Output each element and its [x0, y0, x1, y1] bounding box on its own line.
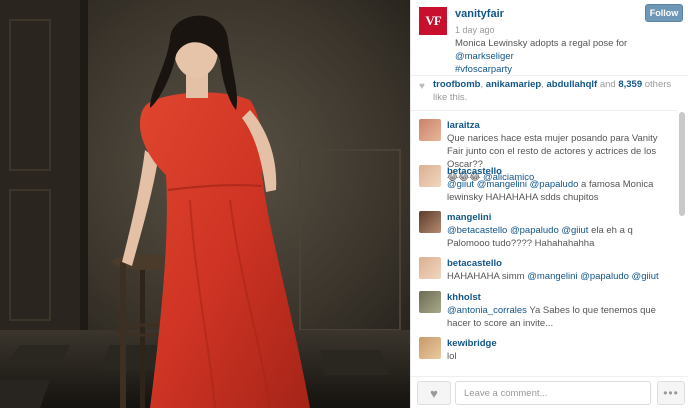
comment-input[interactable] [455, 381, 651, 405]
comment-username[interactable]: mangelini [447, 212, 491, 223]
likes-heart-icon: ♥ [419, 81, 425, 92]
vanityfair-avatar[interactable]: VF [419, 7, 447, 35]
likes-count[interactable]: 8,359 [618, 79, 642, 90]
more-options-button[interactable]: ••• [657, 381, 685, 405]
like-user-anikamariep[interactable]: anikamariep [486, 79, 541, 90]
comment-item: kewibridge lol [411, 329, 677, 374]
comments-list[interactable]: laraitza Que narices hace esta mujer pos… [411, 110, 677, 374]
comment-item: laraitza Que narices hace esta mujer pos… [411, 111, 677, 183]
comment-text: @betacastello @papaludo @giiut ela eh a … [447, 224, 673, 250]
avatar-logo-text: VF [425, 13, 441, 28]
comment-text: HAHAHAHA simm @mangelini @papaludo @giiu… [447, 270, 673, 283]
like-user-troofbomb[interactable]: troofbomb [433, 79, 481, 90]
avatar[interactable] [419, 165, 441, 187]
comment-text: lol [447, 350, 673, 363]
heart-icon: ♥ [430, 385, 438, 401]
comment-mention[interactable]: @mangelini @papaludo @giiut [527, 271, 658, 282]
post-username[interactable]: vanityfair [455, 8, 504, 20]
post-photo[interactable] [0, 0, 410, 408]
comment-username[interactable]: khholst [447, 292, 481, 303]
caption-text: Monica Lewinsky adopts a regal pose for [455, 38, 628, 49]
comment-username[interactable]: betacastello [447, 166, 502, 177]
avatar[interactable] [419, 211, 441, 233]
follow-button[interactable]: Follow [645, 4, 683, 22]
comment-mention[interactable]: @antonia_corrales [447, 305, 527, 316]
comments-scrollbar[interactable] [679, 112, 685, 216]
like-user-abdullahqlf[interactable]: abdullahqlf [547, 79, 598, 90]
caption-hashtag[interactable]: #vfoscarparty [455, 64, 512, 75]
likes-separator: and [597, 79, 619, 90]
post-header: VF vanityfair 1 day ago Monica Lewinsky … [411, 0, 688, 76]
comment-username[interactable]: laraitza [447, 120, 480, 131]
avatar[interactable] [419, 337, 441, 359]
caption-mention[interactable]: @markseliger [455, 51, 514, 62]
more-dots-icon: ••• [663, 386, 679, 400]
comment-text: @antonia_corrales Ya Sabes lo que tenemo… [447, 304, 673, 330]
comment-footer: ♥ ••• [411, 376, 688, 408]
comment-mention[interactable]: @giiut @mangelini @papaludo [447, 179, 578, 190]
avatar[interactable] [419, 119, 441, 141]
comment-item: betacastello @giiut @mangelini @papaludo… [411, 157, 677, 203]
comment-item: mangelini @betacastello @papaludo @giiut… [411, 203, 677, 249]
post-time-ago[interactable]: 1 day ago [455, 25, 495, 35]
comment-body: HAHAHAHA simm [447, 271, 528, 282]
like-button[interactable]: ♥ [417, 381, 451, 405]
comment-text: @giiut @mangelini @papaludo a famosa Mon… [447, 178, 673, 204]
avatar[interactable] [419, 291, 441, 313]
comment-item: khholst @antonia_corrales Ya Sabes lo qu… [411, 283, 677, 329]
likes-summary: ♥ troofbomb, anikamariep, abdullahqlf an… [419, 78, 683, 110]
avatar[interactable] [419, 257, 441, 279]
comment-username[interactable]: betacastello [447, 258, 502, 269]
photo-illustration [0, 0, 410, 408]
post-sidebar: VF vanityfair 1 day ago Monica Lewinsky … [410, 0, 688, 408]
post-caption: Monica Lewinsky adopts a regal pose for … [455, 37, 681, 76]
comment-item: betacastello HAHAHAHA simm @mangelini @p… [411, 249, 677, 283]
comment-username[interactable]: kewibridge [447, 338, 497, 349]
comment-body: lol [447, 351, 457, 362]
comment-mention[interactable]: @betacastello @papaludo @giiut [447, 225, 588, 236]
